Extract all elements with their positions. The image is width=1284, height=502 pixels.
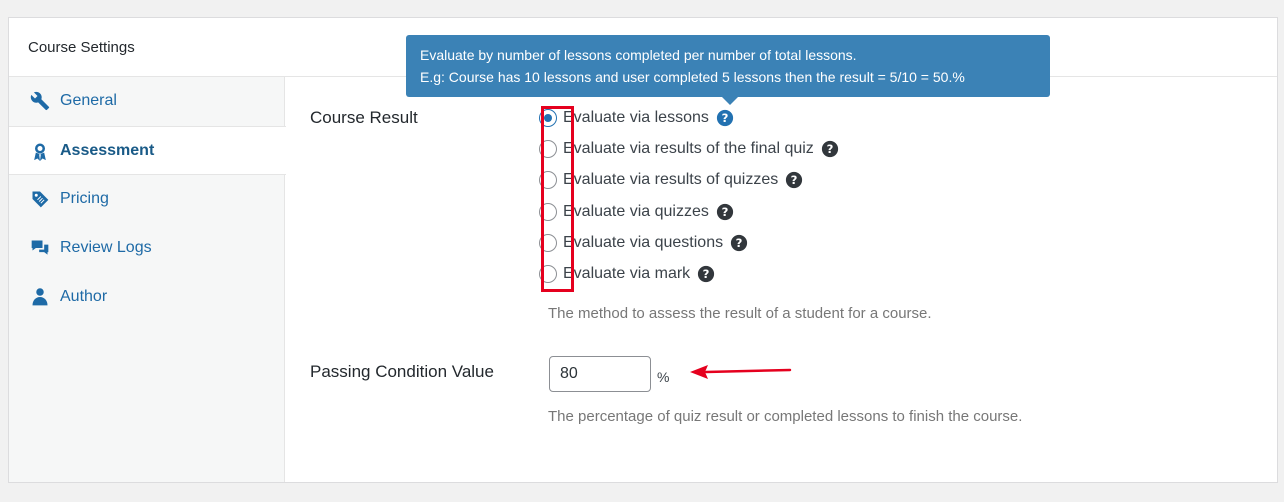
tab-label: Pricing bbox=[60, 190, 109, 207]
help-tooltip: Evaluate by number of lessons completed … bbox=[406, 35, 1050, 105]
tab-review-logs[interactable]: Review Logs bbox=[9, 224, 284, 273]
annotation-arrow-icon bbox=[690, 365, 792, 379]
tab-assessment[interactable]: Assessment bbox=[9, 126, 286, 175]
tab-author[interactable]: Author bbox=[9, 273, 284, 322]
question-circle-icon[interactable]: ? bbox=[716, 203, 734, 221]
radio-option-final-quiz[interactable]: Evaluate via results of the final quiz ? bbox=[538, 133, 839, 164]
tab-general[interactable]: General bbox=[9, 77, 284, 126]
course-result-description: The method to assess the result of a stu… bbox=[548, 305, 932, 322]
percent-unit: % bbox=[657, 369, 670, 385]
passing-condition-label: Passing Condition Value bbox=[310, 362, 494, 381]
tab-label: Author bbox=[60, 288, 108, 305]
settings-sidebar: General Assessment Pricing Review Logs A… bbox=[9, 77, 286, 482]
svg-text:?: ? bbox=[736, 236, 743, 250]
radio-option-quizzes[interactable]: Evaluate via quizzes ? bbox=[538, 196, 839, 227]
question-circle-icon[interactable]: ? bbox=[785, 171, 803, 189]
passing-condition-description: The percentage of quiz result or complet… bbox=[548, 408, 1023, 425]
question-circle-icon[interactable]: ? bbox=[697, 265, 715, 283]
radio-label: Evaluate via questions bbox=[563, 233, 724, 251]
question-circle-icon[interactable]: ? bbox=[716, 109, 734, 127]
radio-option-lessons[interactable]: Evaluate via lessons ? bbox=[538, 102, 839, 133]
course-result-radio-group: Evaluate via lessons ? Evaluate via resu… bbox=[538, 102, 839, 290]
svg-text:?: ? bbox=[703, 267, 710, 281]
radio-label: Evaluate via quizzes bbox=[563, 202, 709, 220]
svg-text:?: ? bbox=[791, 173, 798, 187]
radio-option-results-of-quizzes[interactable]: Evaluate via results of quizzes ? bbox=[538, 165, 839, 196]
radio-label: Evaluate via results of the final quiz bbox=[563, 139, 814, 157]
passing-condition-input[interactable] bbox=[549, 356, 651, 392]
course-result-label: Course Result bbox=[310, 108, 418, 127]
tooltip-line-2: E.g: Course has 10 lessons and user comp… bbox=[420, 69, 965, 85]
tooltip-line-1: Evaluate by number of lessons completed … bbox=[420, 47, 857, 63]
svg-text:?: ? bbox=[826, 142, 833, 156]
tab-label: Assessment bbox=[60, 141, 155, 159]
radio-option-mark[interactable]: Evaluate via mark ? bbox=[538, 258, 839, 289]
annotation-highlight-box bbox=[541, 106, 574, 292]
question-circle-icon[interactable]: ? bbox=[821, 140, 839, 158]
wrench-icon bbox=[29, 90, 51, 112]
radio-label: Evaluate via results of quizzes bbox=[563, 171, 779, 189]
radio-option-questions[interactable]: Evaluate via questions ? bbox=[538, 227, 839, 258]
svg-text:?: ? bbox=[721, 205, 728, 219]
tab-label: General bbox=[60, 92, 117, 109]
chat-bubbles-icon bbox=[29, 237, 51, 259]
tab-pricing[interactable]: Pricing bbox=[9, 175, 284, 224]
tab-label: Review Logs bbox=[60, 239, 152, 256]
price-tag-icon bbox=[29, 188, 51, 210]
question-circle-icon[interactable]: ? bbox=[730, 234, 748, 252]
svg-text:?: ? bbox=[721, 111, 728, 125]
radio-label: Evaluate via mark bbox=[563, 265, 691, 283]
radio-label: Evaluate via lessons bbox=[563, 108, 709, 126]
user-icon bbox=[29, 286, 51, 308]
award-icon bbox=[29, 140, 51, 162]
